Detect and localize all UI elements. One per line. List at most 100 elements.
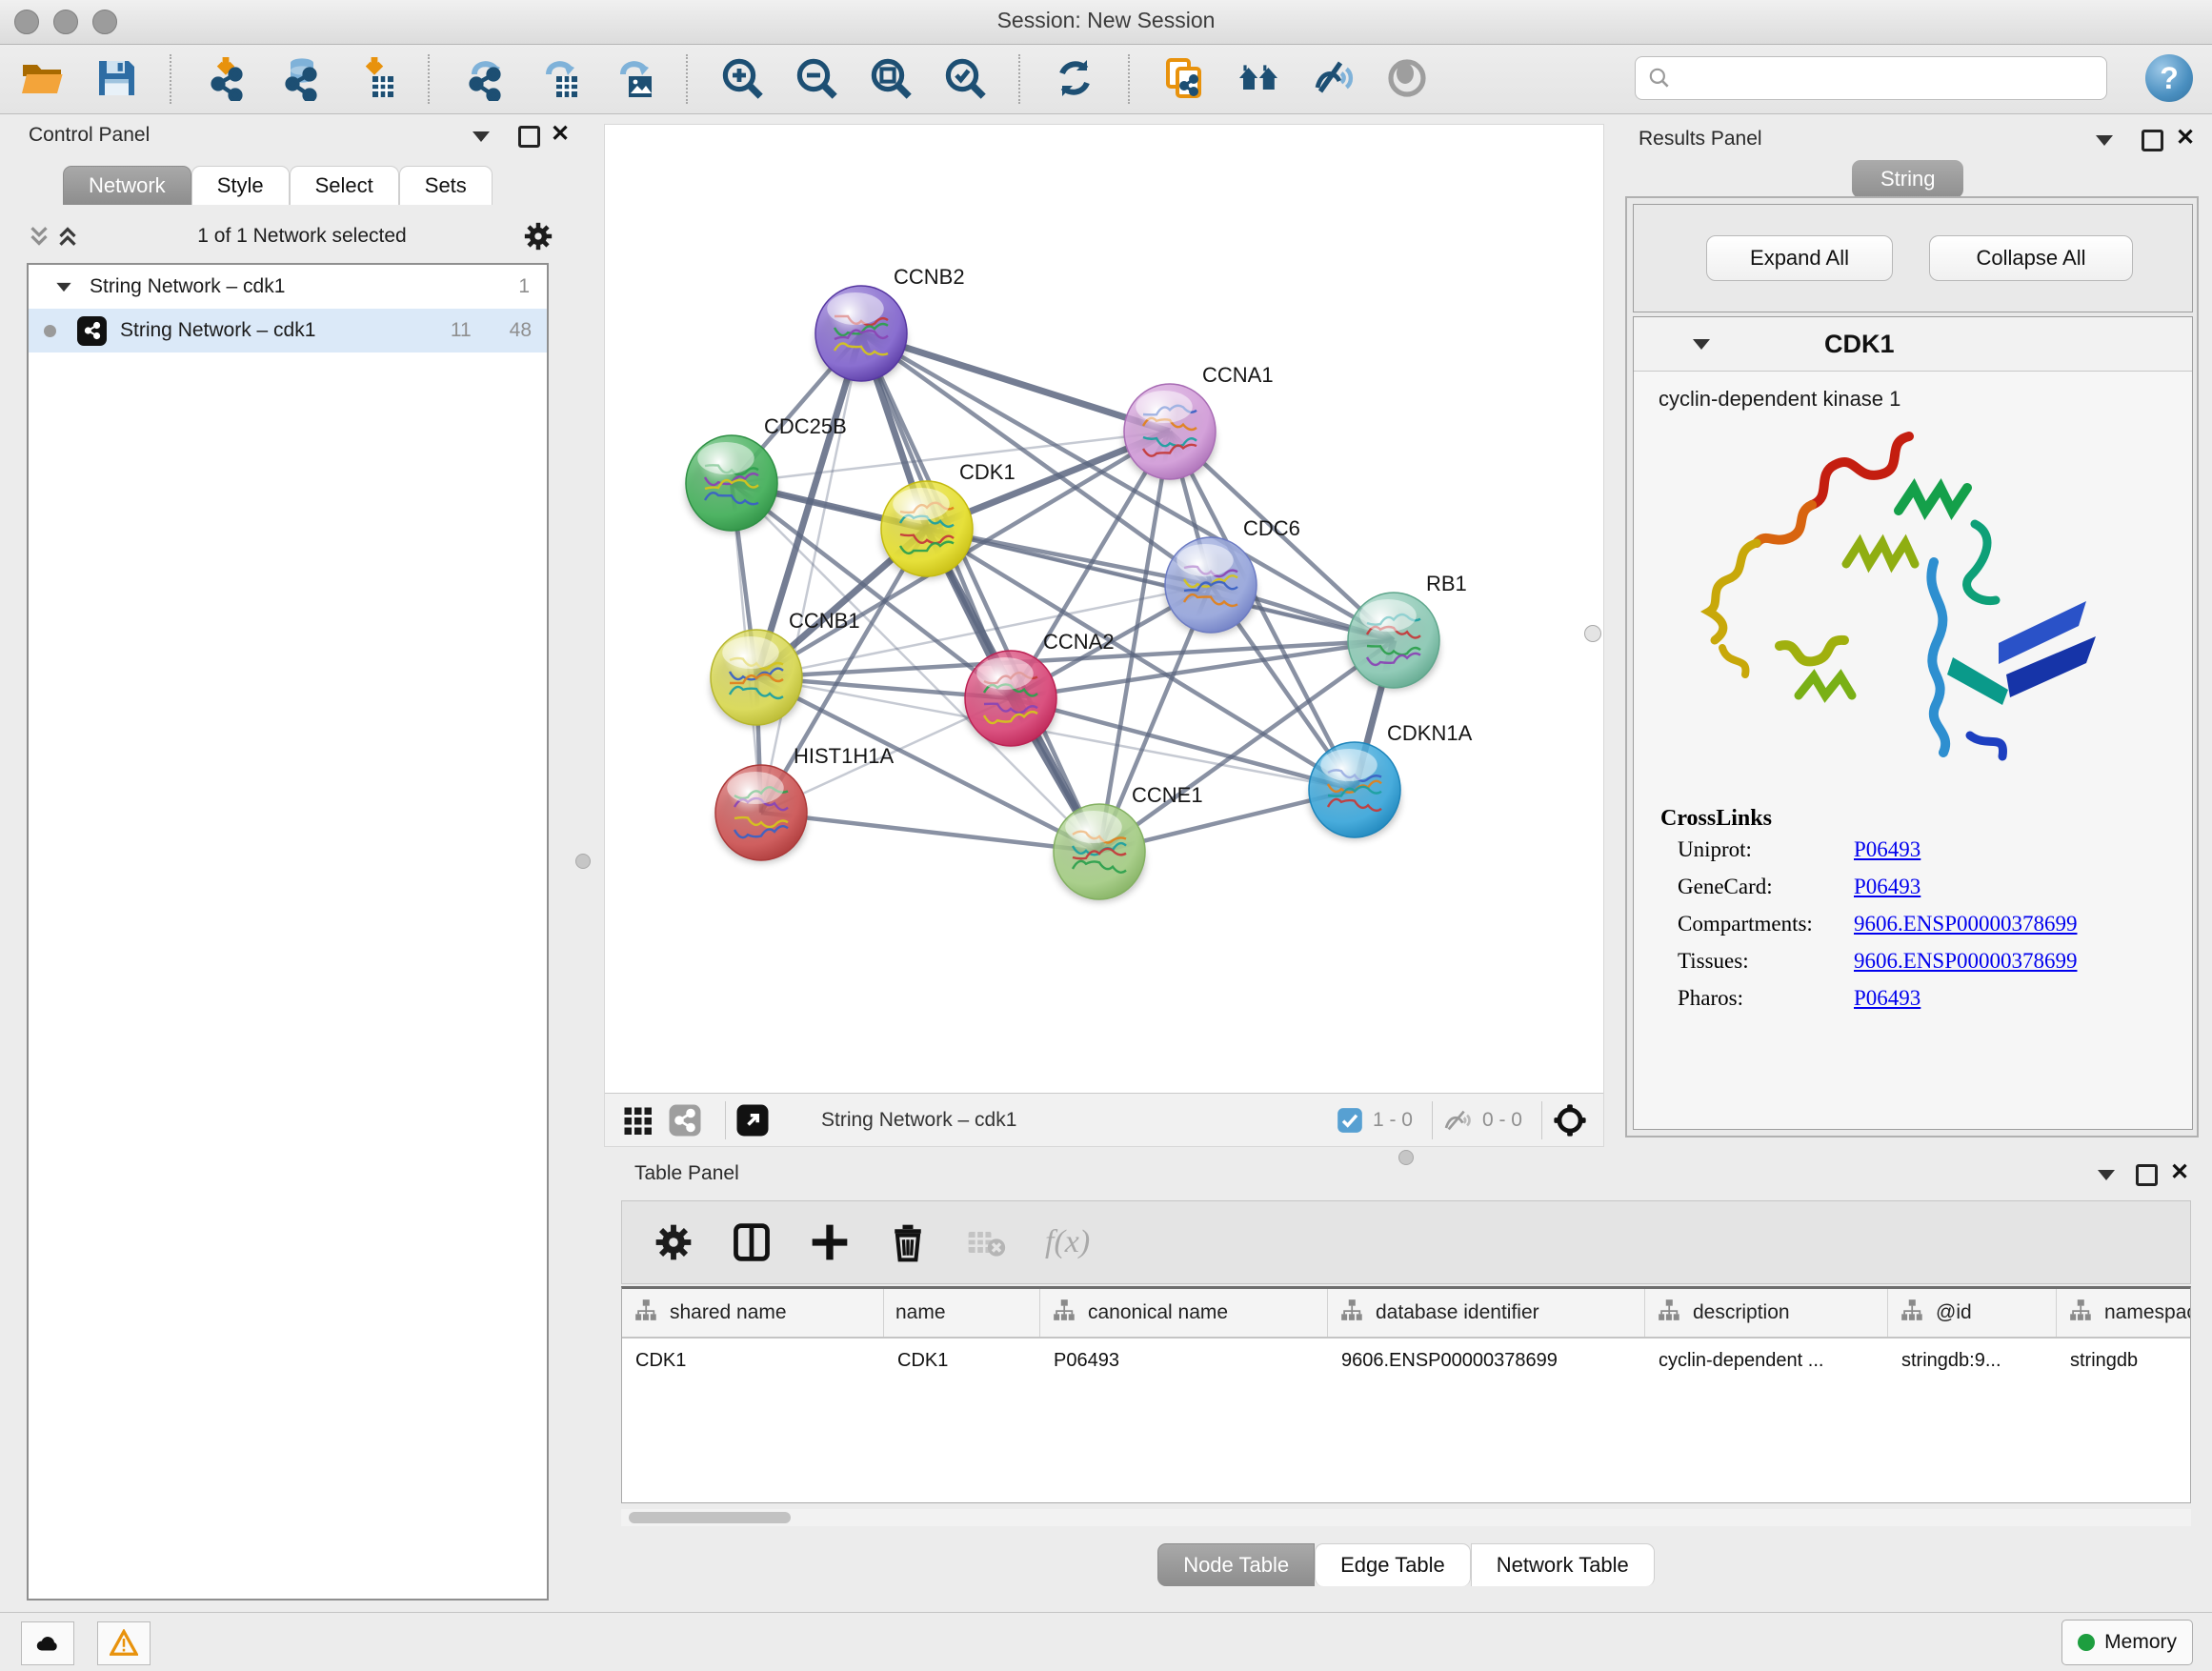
zoom-out-button[interactable] [792, 54, 841, 104]
collection-expand-icon[interactable] [56, 282, 70, 291]
results-panel-close-icon[interactable]: ✕ [2176, 130, 2195, 146]
tab-sets[interactable]: Sets [399, 166, 493, 205]
network-edge[interactable] [927, 529, 1394, 640]
column-header-description[interactable]: description [1645, 1289, 1888, 1337]
birds-eye-view-icon[interactable] [1552, 1102, 1588, 1138]
gene-collapse-icon[interactable] [1693, 339, 1710, 350]
network-options-gear-icon[interactable] [522, 220, 554, 252]
network-status-dot-icon [44, 325, 56, 337]
results-panel-float-icon[interactable] [2142, 130, 2163, 151]
export-table-button[interactable] [533, 54, 583, 104]
attribute-tree-icon [1657, 1298, 1681, 1328]
show-all-button[interactable] [1382, 54, 1432, 104]
right-splitter-handle[interactable] [1584, 625, 1601, 642]
tab-style[interactable]: Style [191, 166, 290, 205]
control-panel-menu-icon[interactable] [473, 131, 490, 142]
tab-string[interactable]: String [1852, 160, 1963, 198]
crosslink-link[interactable]: P06493 [1854, 986, 1920, 1011]
help-button[interactable]: ? [2145, 54, 2193, 102]
function-builder-button[interactable]: f(x) [1039, 1223, 1096, 1261]
toolbar-separator [428, 54, 431, 104]
crosslink-link[interactable]: P06493 [1854, 875, 1920, 899]
grid-view-button[interactable] [620, 1103, 654, 1137]
search-input[interactable] [1679, 67, 2095, 91]
delete-table-button[interactable] [961, 1218, 1011, 1267]
network-collection-row[interactable]: String Network – cdk1 1 [29, 265, 547, 309]
bottom-splitter-handle[interactable] [1398, 1150, 1414, 1165]
import-table-button[interactable] [350, 54, 399, 104]
tab-network-table[interactable]: Network Table [1471, 1543, 1655, 1586]
network-node-hist1h1a[interactable]: HIST1H1A [715, 744, 894, 863]
collapse-all-chevron-icon[interactable] [25, 222, 53, 251]
import-network-database-button[interactable] [275, 54, 325, 104]
import-network-file-button[interactable] [201, 54, 251, 104]
warnings-button[interactable] [97, 1621, 151, 1665]
scrollbar-thumb[interactable] [629, 1512, 791, 1523]
network-node-cdk1[interactable]: CDK1 [881, 460, 1016, 579]
tab-network[interactable]: Network [63, 166, 191, 205]
column-header-name[interactable]: name [884, 1289, 1040, 1337]
crosslink-link[interactable]: P06493 [1854, 837, 1920, 862]
hide-selected-button[interactable] [1308, 54, 1357, 104]
table-rows: CDK1CDK1P064939606.ENSP00000378699cyclin… [622, 1339, 2190, 1382]
network-node-ccnb1[interactable]: CCNB1 [711, 609, 860, 728]
export-network-button[interactable] [459, 54, 509, 104]
open-in-browser-button[interactable] [735, 1103, 770, 1137]
network-edge-count: 48 [510, 319, 532, 342]
left-splitter-handle[interactable] [575, 854, 591, 869]
table-panel-menu-icon[interactable] [2098, 1170, 2115, 1180]
column-header-shared-name[interactable]: shared name [622, 1289, 884, 1337]
control-panel-float-icon[interactable] [518, 126, 540, 148]
table-panel-close-icon[interactable]: ✕ [2170, 1164, 2189, 1180]
table-panel-float-icon[interactable] [2136, 1164, 2158, 1186]
network-edge[interactable] [861, 333, 1170, 432]
network-node-cdkn1a[interactable]: CDKN1A [1309, 721, 1473, 840]
column-header-canonical-name[interactable]: canonical name [1040, 1289, 1328, 1337]
cloud-status-button[interactable] [21, 1621, 74, 1665]
search-box[interactable] [1635, 56, 2107, 100]
tab-select[interactable]: Select [290, 166, 399, 205]
table-cell: cyclin-dependent ... [1645, 1339, 1888, 1382]
first-neighbors-button[interactable] [1234, 54, 1283, 104]
network-share-button[interactable] [668, 1103, 702, 1137]
save-session-button[interactable] [91, 54, 141, 104]
selected-checkbox-icon[interactable] [1337, 1107, 1363, 1134]
zoom-in-button[interactable] [717, 54, 767, 104]
table-horizontal-scrollbar[interactable] [621, 1509, 2191, 1526]
zoom-selected-button[interactable] [940, 54, 990, 104]
table-panel: Table Panel ✕ [615, 1158, 2197, 1608]
hidden-eye-slash-icon[interactable] [1442, 1105, 1473, 1136]
table-row[interactable]: CDK1CDK1P064939606.ENSP00000378699cyclin… [622, 1339, 2190, 1382]
table-gear-button[interactable] [649, 1218, 698, 1267]
column-header-namespac[interactable]: namespac [2057, 1289, 2191, 1337]
crosslink-label: GeneCard: [1678, 875, 1854, 899]
control-panel-close-icon[interactable]: ✕ [551, 126, 570, 142]
delete-column-button[interactable] [883, 1218, 933, 1267]
node-label: CDK1 [959, 460, 1016, 484]
show-columns-button[interactable] [727, 1218, 776, 1267]
collapse-all-button[interactable]: Collapse All [1929, 235, 2133, 281]
network-node-ccna1[interactable]: CCNA1 [1124, 363, 1274, 482]
clone-network-button[interactable] [1159, 54, 1209, 104]
network-edge[interactable] [761, 813, 1099, 852]
expand-all-button[interactable]: Expand All [1706, 235, 1893, 281]
expand-all-chevron-icon[interactable] [53, 222, 82, 251]
results-panel-menu-icon[interactable] [2096, 135, 2113, 146]
network-node-ccnb2[interactable]: CCNB2 [815, 265, 965, 384]
column-header-database-identifier[interactable]: database identifier [1328, 1289, 1645, 1337]
zoom-fit-button[interactable] [866, 54, 915, 104]
memory-button[interactable]: Memory [2061, 1620, 2193, 1665]
tab-edge-table[interactable]: Edge Table [1315, 1543, 1471, 1586]
crosslink-link[interactable]: 9606.ENSP00000378699 [1854, 912, 2078, 936]
add-column-button[interactable] [805, 1218, 855, 1267]
network-canvas[interactable]: CCNB2CCNA1CDC25BCDK1CDC6RB1CCNB1CCNA2CDK… [605, 125, 1603, 1093]
column-header--id[interactable]: @id [1888, 1289, 2057, 1337]
refresh-button[interactable] [1050, 54, 1099, 104]
network-node-rb1[interactable]: RB1 [1348, 572, 1467, 691]
open-session-button[interactable] [17, 54, 67, 104]
tab-node-table[interactable]: Node Table [1157, 1543, 1315, 1586]
network-row[interactable]: String Network – cdk1 11 48 [29, 309, 547, 352]
crosslink-link[interactable]: 9606.ENSP00000378699 [1854, 949, 2078, 974]
gene-header-row[interactable]: CDK1 [1634, 317, 2192, 372]
export-image-button[interactable] [608, 54, 657, 104]
